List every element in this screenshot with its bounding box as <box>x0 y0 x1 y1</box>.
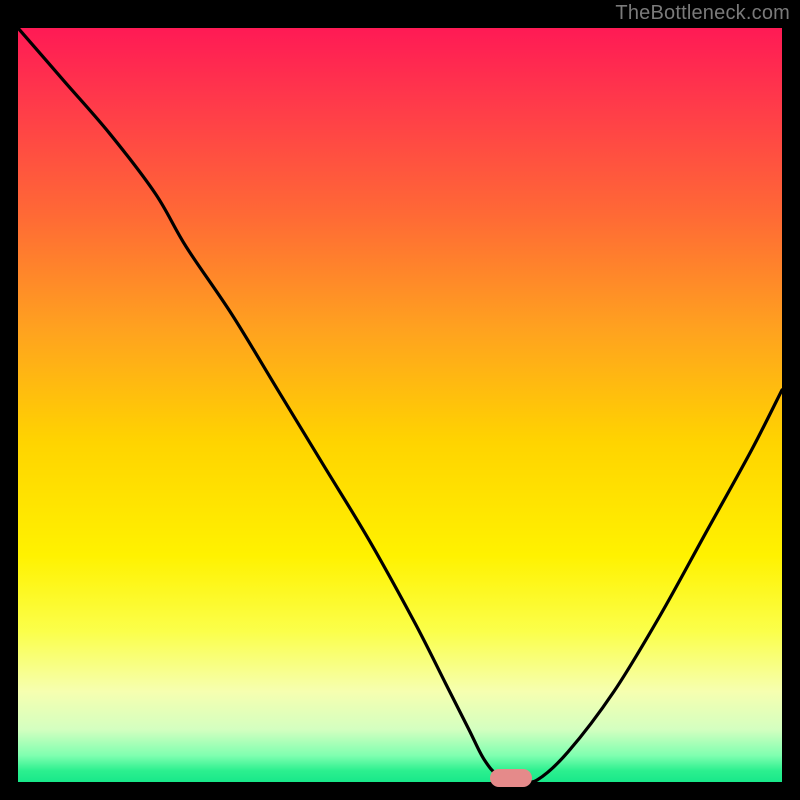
chart-svg <box>18 28 782 782</box>
watermark-text: TheBottleneck.com <box>615 2 790 25</box>
optimal-marker <box>490 769 532 787</box>
plot-area <box>18 28 782 782</box>
gradient-background <box>18 28 782 782</box>
chart-frame: TheBottleneck.com <box>0 0 800 800</box>
